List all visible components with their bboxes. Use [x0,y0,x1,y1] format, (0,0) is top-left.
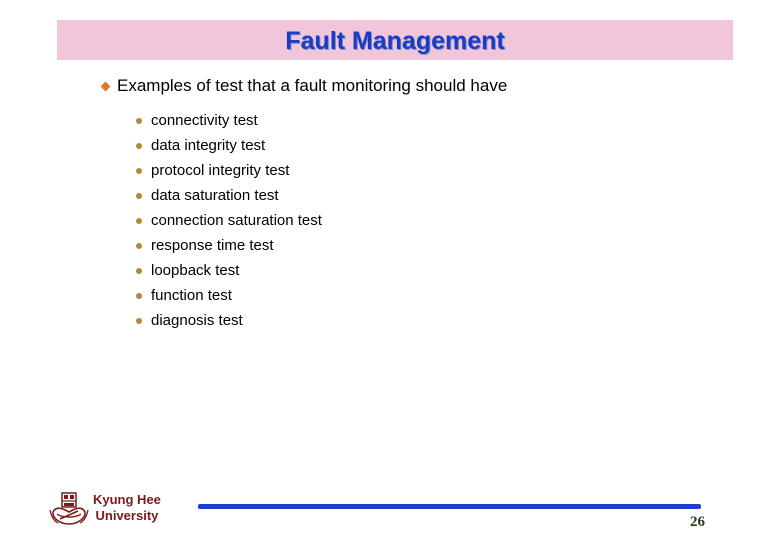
dot-bullet-icon [136,317,142,324]
list-item: connection saturation test [136,208,322,233]
list-item: connectivity test [136,108,322,133]
list-item: function test [136,283,322,308]
page-number: 26 [690,514,705,530]
university-name-line2: University [95,508,159,523]
title-bar: Fault Management [57,20,733,60]
dot-bullet-icon [136,192,142,199]
university-name-line1: Kyung Hee [93,492,161,507]
list-item-text: connection saturation test [151,212,322,229]
slide-title: Fault Management [285,26,505,55]
dot-bullet-icon [136,142,142,149]
diamond-bullet-icon [100,81,111,91]
university-emblem-icon [49,492,89,525]
list-item-text: function test [151,287,232,304]
main-bullet-point: Examples of test that a fault monitoring… [100,76,508,96]
main-point-text: Examples of test that a fault monitoring… [117,76,508,95]
list-item: data integrity test [136,133,322,158]
list-item-text: connectivity test [151,112,258,129]
list-item: loopback test [136,258,322,283]
dot-bullet-icon [136,242,142,249]
university-name: Kyung Hee University [93,492,161,524]
list-item-text: data integrity test [151,137,266,154]
list-item: data saturation test [136,183,322,208]
list-item-text: protocol integrity test [151,162,290,179]
dot-bullet-icon [136,292,142,299]
dot-bullet-icon [136,117,142,124]
footer-divider-line [198,504,701,509]
list-item: response time test [136,233,322,258]
dot-bullet-icon [136,217,142,224]
dot-bullet-icon [136,267,142,274]
list-item: diagnosis test [136,308,322,333]
list-item: protocol integrity test [136,158,322,183]
dot-bullet-icon [136,167,142,174]
list-item-text: diagnosis test [151,312,243,329]
list-item-text: loopback test [151,262,240,279]
sub-bullet-list: connectivity test data integrity test pr… [136,108,322,333]
list-item-text: data saturation test [151,187,279,204]
list-item-text: response time test [151,237,274,254]
